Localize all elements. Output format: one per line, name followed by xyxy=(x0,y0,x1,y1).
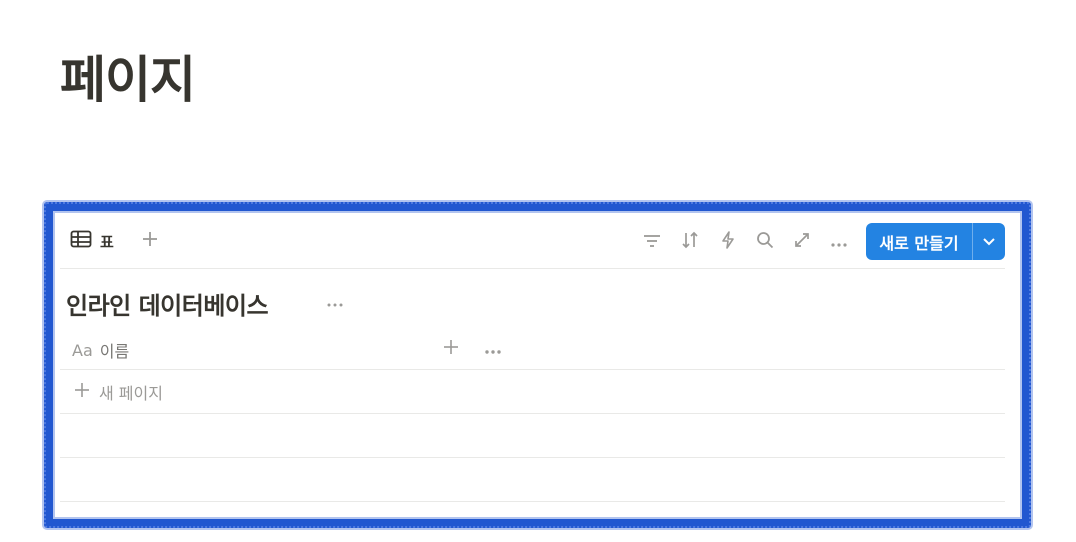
automation-button[interactable] xyxy=(716,230,740,254)
table-row xyxy=(60,458,1005,502)
more-icon xyxy=(326,293,344,312)
view-tab-label: 표 xyxy=(100,232,114,251)
more-icon xyxy=(830,233,848,252)
search-icon xyxy=(756,231,774,253)
page-title[interactable]: 페이지 xyxy=(60,40,196,112)
more-options-button[interactable] xyxy=(827,230,851,254)
sort-icon xyxy=(681,231,699,253)
text-property-icon: Aa xyxy=(72,340,93,360)
view-tab-table[interactable]: 표 xyxy=(70,228,114,254)
new-button[interactable]: 새로 만들기 xyxy=(866,223,1005,260)
new-button-dropdown[interactable] xyxy=(973,223,1005,260)
plus-icon xyxy=(141,230,159,252)
table-header-row: Aa 이름 xyxy=(60,326,1005,370)
new-button-label[interactable]: 새로 만들기 xyxy=(866,223,973,260)
lightning-icon xyxy=(721,231,735,253)
more-icon xyxy=(484,340,502,359)
expand-icon xyxy=(793,231,811,253)
database-toolbar: 표 새로 만들기 xyxy=(60,214,1005,269)
filter-button[interactable] xyxy=(640,230,664,254)
new-page-label: 새 페이지 xyxy=(99,384,163,403)
plus-icon xyxy=(443,339,459,359)
inline-database: 표 새로 만들기 인라인 데이터베이스 Aa 이름 새 페이지 xyxy=(60,214,1005,514)
database-title[interactable]: 인라인 데이터베이스 xyxy=(66,286,269,321)
database-title-more-button[interactable] xyxy=(324,292,346,312)
table-icon xyxy=(70,230,92,252)
sort-button[interactable] xyxy=(678,230,702,254)
search-button[interactable] xyxy=(753,230,777,254)
add-view-button[interactable] xyxy=(138,229,162,253)
new-page-button[interactable]: 새 페이지 xyxy=(74,380,163,404)
add-property-button[interactable] xyxy=(440,338,462,360)
filter-icon xyxy=(643,233,661,252)
column-header-label: 이름 xyxy=(99,342,130,361)
table-row xyxy=(60,414,1005,458)
header-more-button[interactable] xyxy=(482,338,504,360)
chevron-down-icon xyxy=(982,232,996,251)
expand-button[interactable] xyxy=(790,230,814,254)
new-page-row[interactable]: 새 페이지 xyxy=(60,370,1005,414)
column-header-name[interactable]: Aa 이름 xyxy=(72,338,129,362)
plus-icon xyxy=(74,382,90,402)
